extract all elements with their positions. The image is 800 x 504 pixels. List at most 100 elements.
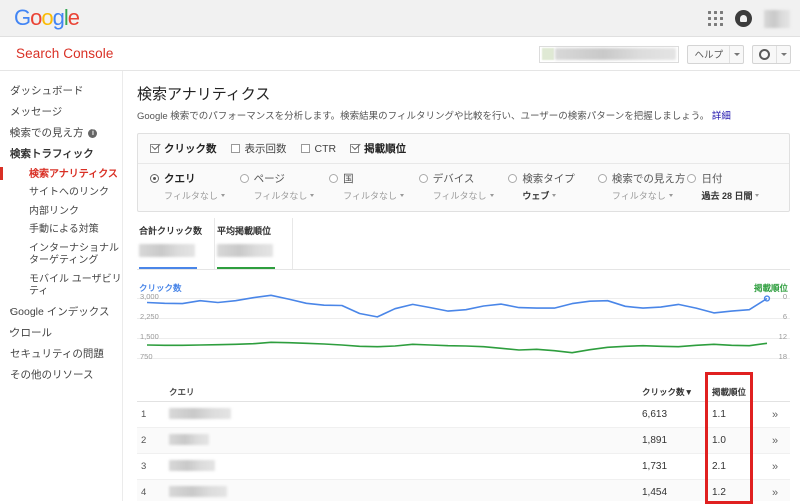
dimension-filter-page[interactable]: フィルタなし [254, 189, 330, 202]
page-title: 検索アナリティクス [137, 86, 271, 103]
sidebar-item-security-issues[interactable]: セキュリティの問題 [0, 344, 122, 365]
dimension-filter-country[interactable]: フィルタなし [343, 189, 419, 202]
sidebar-item-label: インターナショナル ターゲティング [29, 242, 119, 267]
sidebar-item-label: 検索での見え方 [10, 127, 84, 140]
dimension-filter-query[interactable]: フィルタなし [164, 189, 240, 202]
chart-series-lines [146, 294, 771, 354]
main-content: 検索アナリティクス Google 検索でのパフォーマンスを分析します。検索結果の… [122, 71, 800, 501]
row-clicks: 6,613 [642, 409, 668, 421]
metric-checkbox-position[interactable]: 掲載順位 [350, 141, 406, 156]
radio-icon [687, 174, 697, 184]
sidebar: ダッシュボード メッセージ ▸ 検索での見え方 i ▾ 検索トラフィック 検索ア… [0, 71, 122, 501]
settings-button[interactable] [752, 44, 791, 64]
row-index: 2 [141, 435, 147, 447]
sidebar-item-crawl[interactable]: ▸ クロール [0, 323, 122, 344]
ytick-right-0: 0 [782, 292, 787, 302]
sidebar-item-label: セキュリティの問題 [10, 347, 104, 360]
dimension-label: 国 [343, 173, 354, 186]
expand-row-icon[interactable]: » [760, 461, 790, 473]
sidebar-item-internal-links[interactable]: 内部リンク [0, 203, 122, 222]
dimension-label: クエリ [164, 173, 196, 186]
sidebar-item-dashboard[interactable]: ダッシュボード [0, 81, 122, 102]
performance-chart: クリック数 掲載順位 3,000 2,250 1,500 750 0 6 12 … [137, 282, 790, 372]
chevron-down-icon: ▾ [10, 150, 14, 157]
column-header-query[interactable]: クエリ [163, 386, 642, 398]
dimension-date[interactable]: 日付 過去 28 日間 [687, 171, 777, 202]
checkbox-icon [350, 144, 360, 154]
table-row[interactable]: 3 1,731 2.1 » [137, 454, 790, 481]
dimension-query[interactable]: クエリ フィルタなし [150, 171, 240, 202]
sidebar-item-label: モバイル ユーザビリティ [29, 273, 122, 298]
chevron-down-icon [733, 52, 740, 56]
ytick-right-3: 18 [778, 352, 787, 362]
ytick-right-2: 12 [778, 332, 787, 342]
sidebar-item-search-traffic[interactable]: ▾ 検索トラフィック [0, 144, 122, 165]
dimension-page[interactable]: ページ フィルタなし [239, 171, 330, 202]
dimension-filter-search-type[interactable]: ウェブ [522, 189, 598, 202]
row-query [163, 407, 642, 422]
checkbox-icon [300, 144, 310, 154]
table-row[interactable]: 4 1,454 1.2 » [137, 480, 790, 501]
page-description: Google 検索でのパフォーマンスを分析します。検索結果のフィルタリングや比較… [137, 110, 790, 123]
sidebar-item-search-analytics[interactable]: 検索アナリティクス [0, 166, 122, 185]
dimension-search-type[interactable]: 検索タイプ ウェブ [508, 171, 598, 202]
sidebar-item-mobile-usability[interactable]: モバイル ユーザビリティ [0, 271, 122, 302]
metric-checkbox-impressions[interactable]: 表示回数 [230, 141, 287, 156]
radio-icon [329, 174, 339, 184]
checkbox-icon [230, 144, 240, 154]
sidebar-item-other-resources[interactable]: その他のリソース [0, 365, 122, 386]
expand-row-icon[interactable]: » [760, 409, 790, 421]
avatar[interactable] [764, 9, 790, 28]
stat-card-title: 合計クリック数 [139, 226, 203, 237]
table-row[interactable]: 1 6,613 1.1 » [137, 402, 790, 429]
sidebar-item-search-appearance[interactable]: ▸ 検索での見え方 i [0, 123, 122, 144]
dimension-device[interactable]: デバイス フィルタなし [418, 171, 509, 202]
column-header-position[interactable]: 掲載順位 [712, 386, 760, 398]
top-bar-right [708, 0, 790, 37]
console-header-right: ヘルプ [539, 37, 791, 71]
dimension-country[interactable]: 国 フィルタなし [329, 171, 419, 202]
metric-checkbox-ctr[interactable]: CTR [300, 142, 337, 155]
page-title-brand[interactable]: Search Console [16, 46, 113, 61]
stat-card-accent-bar [139, 267, 197, 270]
help-button[interactable]: ヘルプ [687, 44, 744, 64]
sidebar-item-label: 検索トラフィック [10, 148, 94, 161]
dimension-search-appearance[interactable]: 検索での見え方 フィルタなし [597, 171, 688, 202]
dimension-label: 日付 [701, 173, 723, 186]
metric-label: CTR [314, 142, 337, 155]
apps-grid-icon[interactable] [708, 11, 723, 26]
row-index: 4 [141, 487, 147, 499]
site-selector[interactable] [539, 45, 680, 63]
row-position: 1.2 [712, 487, 726, 499]
sidebar-item-messages[interactable]: メッセージ [0, 102, 122, 123]
dimension-filter-date[interactable]: 過去 28 日間 [701, 189, 777, 202]
table-row[interactable]: 2 1,891 1.0 » [137, 428, 790, 455]
radio-icon [418, 174, 428, 184]
learn-more-link[interactable]: 詳細 [712, 111, 731, 122]
sidebar-item-links-to-site[interactable]: サイトへのリンク [0, 184, 122, 203]
column-header-clicks[interactable]: クリック数▼ [642, 386, 712, 398]
metric-checkbox-clicks[interactable]: クリック数 [150, 141, 217, 156]
chevron-down-icon [552, 194, 557, 198]
dimension-filter-search-appearance[interactable]: フィルタなし [612, 189, 688, 202]
chevron-down-icon [780, 52, 787, 56]
info-badge[interactable]: i [88, 129, 98, 139]
sidebar-item-international-targeting[interactable]: インターナショナル ターゲティング [0, 240, 122, 271]
dimension-filter-device[interactable]: フィルタなし [433, 189, 509, 202]
search-console-header: Search Console ヘルプ [0, 37, 800, 71]
expand-row-icon[interactable]: » [760, 435, 790, 447]
sidebar-item-google-index[interactable]: ▸ Google インデックス [0, 302, 122, 323]
google-logo[interactable]: Google [14, 7, 80, 29]
metric-label: 表示回数 [244, 143, 287, 156]
row-query [163, 459, 642, 474]
chevron-right-icon: ▸ [10, 129, 14, 136]
stat-card-total-clicks: 合計クリック数 [137, 218, 215, 270]
expand-row-icon[interactable]: » [760, 487, 790, 499]
sidebar-item-manual-actions[interactable]: 手動による対策 [0, 221, 122, 240]
bell-icon[interactable] [735, 10, 752, 27]
row-position: 2.1 [712, 461, 726, 473]
row-query [163, 485, 642, 500]
sidebar-item-label: 検索アナリティクス [29, 168, 118, 180]
chevron-right-icon: ▸ [10, 328, 14, 335]
chevron-down-icon [489, 194, 494, 198]
